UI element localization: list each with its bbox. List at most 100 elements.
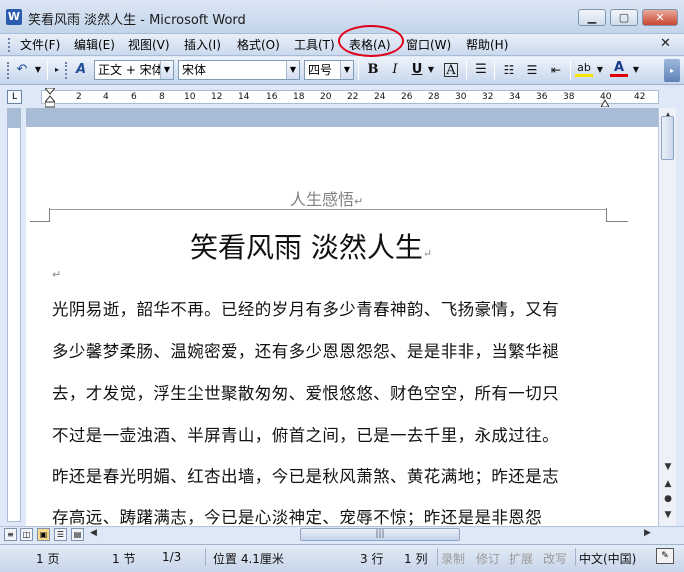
toolbar-separator [47, 61, 48, 80]
menu-file[interactable]: 文件(F) [20, 37, 60, 54]
status-language[interactable]: 中文(中国) [579, 550, 636, 567]
indent-marker[interactable] [43, 87, 57, 108]
window-title: 笑看风雨 淡然人生 - Microsoft Word [28, 13, 246, 28]
outline-view-icon[interactable]: ☰ [54, 528, 67, 541]
menu-format[interactable]: 格式(O) [237, 37, 280, 54]
ruler-tick: 36 [536, 92, 548, 102]
paragraph-line[interactable]: 光阴易逝，韶华不再。已经的岁月有多少青春神韵、飞扬豪情，又有 [52, 296, 559, 320]
vertical-ruler[interactable] [7, 127, 21, 522]
ruler-tick: 6 [131, 92, 137, 102]
numbered-list-icon[interactable]: ☷ [500, 61, 518, 79]
minimize-button[interactable]: ▁ [578, 9, 606, 26]
bulleted-list-icon[interactable]: ☰ [523, 61, 541, 79]
status-record[interactable]: 录制 [441, 550, 465, 567]
chevron-down-icon[interactable]: ▼ [160, 61, 173, 79]
ruler-tick: 30 [455, 92, 467, 102]
status-column: 1 列 [404, 552, 428, 566]
toolbar-overflow-icon[interactable]: ▸ [664, 59, 680, 82]
maximize-button[interactable]: ▢ [610, 9, 638, 26]
ruler-tick: 42 [634, 92, 646, 102]
close-document-icon[interactable]: ✕ [660, 36, 671, 51]
font-value: 宋体 [182, 63, 207, 77]
status-section: 1 节 [112, 552, 136, 566]
char-border-button[interactable]: A [444, 63, 458, 78]
menu-view[interactable]: 视图(V) [128, 37, 170, 54]
vertical-ruler-margin [7, 108, 21, 127]
chevron-down-icon[interactable]: ▼ [286, 61, 299, 79]
justify-icon[interactable]: ☰ [472, 61, 490, 79]
font-size-select[interactable]: 四号 ▼ [304, 60, 354, 80]
status-row: 3 行 [360, 552, 384, 566]
paragraph-line[interactable]: 去，才发觉，浮生尘世聚散匆匆、爱恨悠悠、财色空空，所有一切只 [52, 380, 559, 404]
status-extend[interactable]: 扩展 [509, 550, 533, 567]
scroll-right-icon[interactable]: ▶ [644, 528, 651, 538]
menu-edit[interactable]: 编辑(E) [74, 37, 115, 54]
paragraph-line[interactable]: 不过是一壶浊酒、半屏青山，俯首之间，已是一去千里，永成过往。 [52, 422, 559, 446]
highlight-dropdown-icon[interactable]: ▼ [595, 61, 605, 79]
styles-pane-icon[interactable]: A [72, 61, 90, 79]
previous-page-icon[interactable]: ▲ [660, 476, 676, 492]
ruler-tick: 2 [76, 92, 82, 102]
underline-button[interactable]: U [408, 61, 426, 79]
paragraph-line[interactable]: 存高远、踌躇满志，今已是心淡神定、宠辱不惊；昨还是是非恩怨 [52, 504, 542, 526]
ruler-tick: 38 [563, 92, 575, 102]
font-select[interactable]: 宋体 ▼ [178, 60, 300, 80]
right-indent-marker[interactable] [600, 96, 610, 108]
horizontal-ruler[interactable]: 2 4 6 8 10 12 14 16 18 20 22 24 26 28 30… [41, 90, 659, 104]
style-value: 正文 + 宋体 [98, 63, 164, 77]
tab-selector[interactable]: L [7, 90, 22, 104]
web-layout-icon[interactable]: ◫ [20, 528, 33, 541]
undo-dropdown-icon[interactable]: ▼ [33, 61, 43, 79]
paragraph-line[interactable]: 昨还是春光明媚、红杏出墙，今已是秋风萧煞、黄花满地；昨还是志 [52, 463, 559, 487]
ruler-tick: 8 [159, 92, 165, 102]
highlight-button[interactable]: ab [575, 61, 593, 77]
toolbar-grip-left[interactable] [7, 62, 10, 79]
ruler-tick: 12 [211, 92, 223, 102]
bold-button[interactable]: B [364, 61, 382, 79]
undo-icon[interactable]: ↶ [13, 61, 31, 79]
font-size-value: 四号 [308, 63, 333, 77]
next-page-icon[interactable]: ▼ [660, 507, 676, 523]
horizontal-scroll-thumb[interactable]: ||| [300, 528, 460, 541]
menu-tools[interactable]: 工具(T) [294, 37, 335, 54]
select-browse-object-icon[interactable]: ● [660, 491, 676, 507]
underline-dropdown-icon[interactable]: ▼ [426, 61, 436, 79]
close-window-button[interactable]: ✕ [642, 9, 678, 26]
font-color-button[interactable]: A [610, 61, 628, 77]
toolbar-separator [466, 61, 467, 80]
vertical-scrollbar[interactable]: ▲ ▼ ▲ ● ▼ [658, 108, 676, 526]
status-overtype[interactable]: 改写 [543, 550, 567, 567]
scroll-left-icon[interactable]: ◀ [90, 528, 97, 538]
menu-insert[interactable]: 插入(I) [184, 37, 221, 54]
scroll-thumb[interactable] [661, 116, 674, 160]
font-color-dropdown-icon[interactable]: ▼ [631, 61, 641, 79]
normal-view-icon[interactable]: ≡ [4, 528, 17, 541]
ruler-tick: 16 [266, 92, 278, 102]
style-select[interactable]: 正文 + 宋体 ▼ [94, 60, 174, 80]
word-app-icon[interactable]: W [6, 9, 22, 25]
status-page[interactable]: 1 页 [36, 550, 59, 567]
ruler-tick: 18 [293, 92, 305, 102]
paragraph-line[interactable]: 多少馨梦柔肠、温婉密爱，还有多少恩恩怨怨、是是非非，当繁华褪 [52, 338, 559, 362]
ruler-tick: 14 [238, 92, 250, 102]
toolbar-options-icon[interactable]: ▸ [52, 61, 62, 79]
print-layout-icon[interactable]: ▣ [37, 528, 50, 541]
menu-window[interactable]: 窗口(W) [406, 37, 451, 54]
status-separator [437, 548, 438, 566]
italic-button[interactable]: I [386, 61, 404, 79]
table-menu-highlight-circle [338, 25, 404, 57]
page-header-text[interactable]: 人生感悟↵ [290, 186, 363, 210]
decrease-indent-icon[interactable]: ⇤ [547, 61, 565, 79]
toolbar-grip[interactable] [65, 62, 68, 79]
menu-help[interactable]: 帮助(H) [466, 37, 508, 54]
status-track-changes[interactable]: 修订 [476, 550, 500, 567]
ruler-tick: 10 [184, 92, 196, 102]
chevron-down-icon[interactable]: ▼ [340, 61, 353, 79]
reading-layout-icon[interactable]: ▤ [71, 528, 84, 541]
status-page-of: 1/3 [162, 550, 182, 564]
scroll-down-icon[interactable]: ▼ [660, 459, 676, 475]
menubar-grip[interactable] [8, 38, 11, 52]
spelling-check-icon[interactable]: ✎ [656, 548, 674, 564]
ruler-tick: 24 [374, 92, 386, 102]
document-title[interactable]: 笑看风雨 淡然人生↵ [190, 226, 432, 266]
